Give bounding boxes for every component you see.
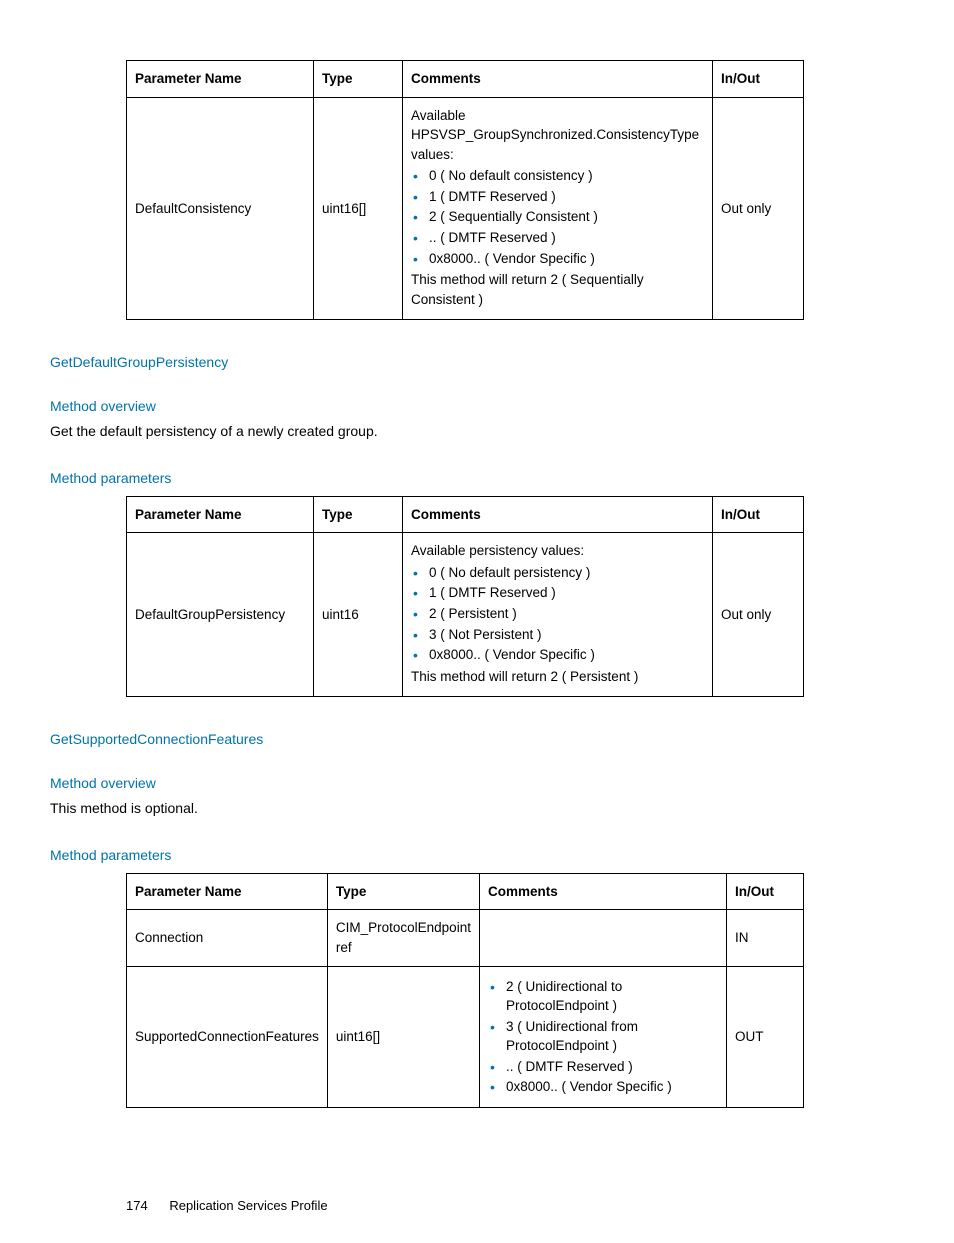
col-inout: In/Out: [713, 61, 804, 98]
comments-outro: This method will return 2 ( Sequentially…: [411, 270, 704, 309]
col-parameter-name: Parameter Name: [127, 496, 314, 533]
table-row: SupportedConnectionFeatures uint16[] 2 (…: [127, 966, 804, 1107]
comments-outro: This method will return 2 ( Persistent ): [411, 667, 704, 687]
page-footer: 174 Replication Services Profile: [126, 1198, 804, 1213]
param-comments: Available HPSVSP_GroupSynchronized.Consi…: [403, 97, 713, 320]
table-header-row: Parameter Name Type Comments In/Out: [127, 496, 804, 533]
comments-intro: Available persistency values:: [411, 541, 704, 561]
list-item: 0 ( No default consistency ): [411, 166, 704, 186]
list-item: 3 ( Not Persistent ): [411, 625, 704, 645]
param-comments: 2 ( Unidirectional to ProtocolEndpoint )…: [479, 966, 726, 1107]
section-label-method-overview: Method overview: [50, 775, 804, 791]
footer-title: Replication Services Profile: [169, 1198, 327, 1213]
comments-list: 0 ( No default consistency ) 1 ( DMTF Re…: [411, 166, 704, 268]
comments-list: 0 ( No default persistency ) 1 ( DMTF Re…: [411, 563, 704, 665]
col-comments: Comments: [403, 496, 713, 533]
list-item: 0x8000.. ( Vendor Specific ): [488, 1077, 718, 1097]
param-inout: IN: [727, 910, 804, 966]
param-type: uint16: [314, 533, 403, 697]
table-default-group-persistency: Parameter Name Type Comments In/Out Defa…: [126, 496, 804, 698]
comments-intro: Available HPSVSP_GroupSynchronized.Consi…: [411, 106, 704, 165]
page-number: 174: [126, 1198, 148, 1213]
param-type: uint16[]: [314, 97, 403, 320]
list-item: 0 ( No default persistency ): [411, 563, 704, 583]
list-item: 1 ( DMTF Reserved ): [411, 583, 704, 603]
list-item: 0x8000.. ( Vendor Specific ): [411, 645, 704, 665]
col-parameter-name: Parameter Name: [127, 61, 314, 98]
table-default-consistency: Parameter Name Type Comments In/Out Defa…: [126, 60, 804, 320]
list-item: 2 ( Unidirectional to ProtocolEndpoint ): [488, 977, 718, 1016]
col-inout: In/Out: [713, 496, 804, 533]
param-comments: Available persistency values: 0 ( No def…: [403, 533, 713, 697]
param-type: CIM_ProtocolEndpoint ref: [327, 910, 479, 966]
table-header-row: Parameter Name Type Comments In/Out: [127, 873, 804, 910]
list-item: .. ( DMTF Reserved ): [488, 1057, 718, 1077]
comments-list: 2 ( Unidirectional to ProtocolEndpoint )…: [488, 977, 718, 1097]
table-header-row: Parameter Name Type Comments In/Out: [127, 61, 804, 98]
table-row: DefaultConsistency uint16[] Available HP…: [127, 97, 804, 320]
method-overview-text: Get the default persistency of a newly c…: [50, 422, 804, 442]
section-title-getdefaultgrouppersistency: GetDefaultGroupPersistency: [50, 354, 804, 370]
col-type: Type: [314, 496, 403, 533]
list-item: 1 ( DMTF Reserved ): [411, 187, 704, 207]
col-comments: Comments: [479, 873, 726, 910]
table-row: Connection CIM_ProtocolEndpoint ref IN: [127, 910, 804, 966]
method-overview-text: This method is optional.: [50, 799, 804, 819]
section-label-method-parameters: Method parameters: [50, 847, 804, 863]
section-label-method-overview: Method overview: [50, 398, 804, 414]
param-inout: OUT: [727, 966, 804, 1107]
section-title-getsupportedconnectionfeatures: GetSupportedConnectionFeatures: [50, 731, 804, 747]
section-label-method-parameters: Method parameters: [50, 470, 804, 486]
table-supported-connection-features: Parameter Name Type Comments In/Out Conn…: [126, 873, 804, 1108]
param-name: DefaultGroupPersistency: [127, 533, 314, 697]
param-comments: [479, 910, 726, 966]
param-inout: Out only: [713, 97, 804, 320]
param-name: DefaultConsistency: [127, 97, 314, 320]
col-type: Type: [327, 873, 479, 910]
col-parameter-name: Parameter Name: [127, 873, 328, 910]
col-type: Type: [314, 61, 403, 98]
list-item: .. ( DMTF Reserved ): [411, 228, 704, 248]
param-name: Connection: [127, 910, 328, 966]
param-type: uint16[]: [327, 966, 479, 1107]
col-comments: Comments: [403, 61, 713, 98]
table-row: DefaultGroupPersistency uint16 Available…: [127, 533, 804, 697]
list-item: 0x8000.. ( Vendor Specific ): [411, 249, 704, 269]
list-item: 2 ( Sequentially Consistent ): [411, 207, 704, 227]
param-name: SupportedConnectionFeatures: [127, 966, 328, 1107]
list-item: 2 ( Persistent ): [411, 604, 704, 624]
list-item: 3 ( Unidirectional from ProtocolEndpoint…: [488, 1017, 718, 1056]
col-inout: In/Out: [727, 873, 804, 910]
param-inout: Out only: [713, 533, 804, 697]
